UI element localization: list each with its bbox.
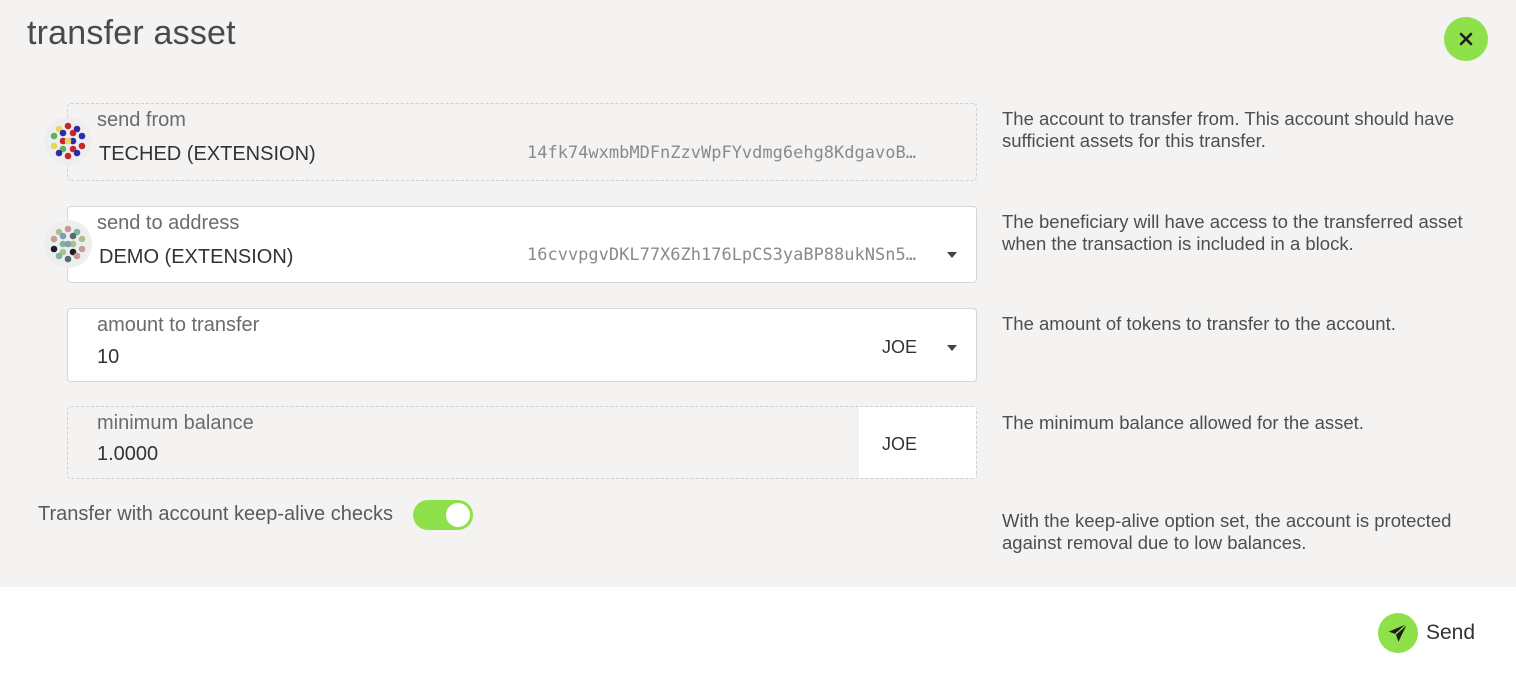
send-to-dropdown-icon[interactable] [947, 252, 957, 258]
amount-unit-dropdown-icon[interactable] [947, 345, 957, 351]
close-button[interactable] [1444, 17, 1488, 61]
modal-title: transfer asset [27, 14, 236, 52]
minimum-balance-field: minimum balance 1.0000 JOE [67, 406, 977, 479]
send-from-address: 14fk74wxmbMDFnZzvWpFYvdmg6ehg8KdgavoB… [527, 143, 916, 163]
send-button-label: Send [1426, 621, 1476, 644]
send-from-identicon [44, 117, 92, 165]
send-from-field: send from TECHED (EXTENSION) 14fk74wxmbM… [67, 103, 977, 181]
transfer-modal: transfer asset send from TECHED (EXTENSI… [0, 0, 1516, 674]
keep-alive-help: With the keep-alive option set, the acco… [1002, 510, 1452, 553]
send-button[interactable]: Send [1378, 612, 1475, 654]
modal-content: transfer asset send from TECHED (EXTENSI… [0, 0, 1516, 587]
minimum-balance-label: minimum balance [97, 412, 254, 434]
send-to-account-name: DEMO (EXTENSION) [99, 246, 294, 268]
send-to-identicon [44, 220, 92, 268]
amount-help: The amount of tokens to transfer to the … [1002, 313, 1396, 334]
minimum-balance-help: The minimum balance allowed for the asse… [1002, 412, 1364, 433]
keep-alive-label: Transfer with account keep-alive checks [38, 503, 393, 525]
send-to-field[interactable]: send to address DEMO (EXTENSION) 16cvvpg… [67, 206, 977, 283]
paper-plane-icon [1388, 623, 1408, 642]
send-from-account-name: TECHED (EXTENSION) [99, 143, 316, 165]
send-to-help: The beneficiary will have access to the … [1002, 211, 1463, 254]
amount-input[interactable]: 10 [97, 346, 119, 369]
toggle-knob [446, 503, 470, 527]
amount-label: amount to transfer [97, 314, 260, 336]
minimum-balance-value: 1.0000 [97, 443, 159, 465]
amount-field[interactable]: amount to transfer 10 JOE [67, 308, 977, 382]
keep-alive-toggle[interactable] [413, 500, 473, 530]
close-icon [1459, 32, 1473, 46]
send-button-circle [1378, 613, 1418, 653]
amount-unit-select[interactable]: JOE [882, 337, 917, 358]
minimum-balance-unit-box [859, 407, 976, 478]
send-to-label: send to address [97, 212, 240, 234]
minimum-balance-unit: JOE [882, 434, 918, 454]
send-from-label: send from [97, 109, 186, 131]
send-to-address: 16cvvpgvDKL77X6Zh176LpCS3yaBP88ukNSn5… [527, 245, 916, 265]
send-from-help: The account to transfer from. This accou… [1002, 108, 1455, 151]
